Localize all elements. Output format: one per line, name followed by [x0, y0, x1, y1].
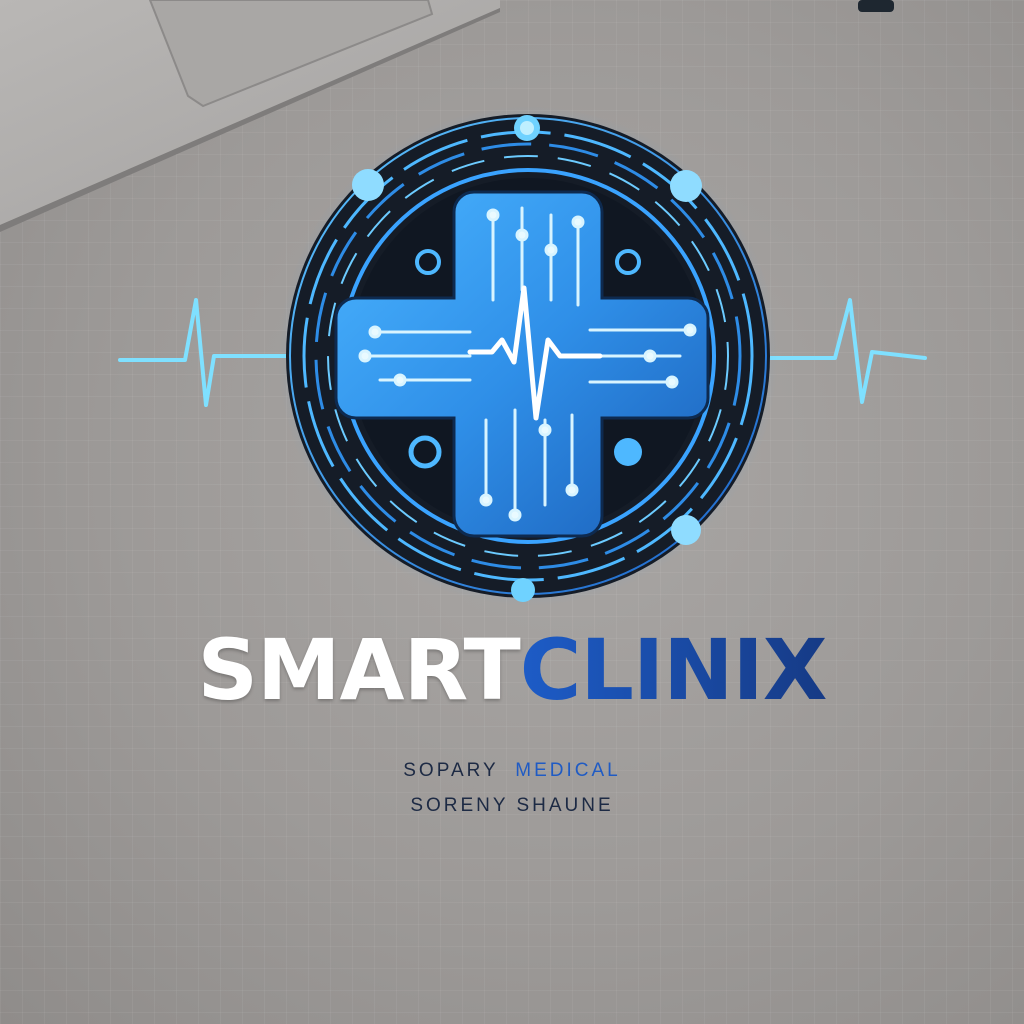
- brand-wordmark: SMARTCLINIX: [0, 628, 1024, 712]
- tagline-word-2: MEDICAL: [515, 760, 621, 781]
- tagline-word-1: SOPARY: [403, 760, 499, 781]
- brand-name-smart: SMART: [197, 621, 520, 719]
- brand-name-clinix: CLINIX: [519, 621, 828, 719]
- tagline-line-2: SORENY SHAUNE: [410, 795, 614, 816]
- smartclinix-logo-emblem: [118, 106, 927, 606]
- tagline-line-1: SOPARY MEDICAL: [0, 760, 1024, 782]
